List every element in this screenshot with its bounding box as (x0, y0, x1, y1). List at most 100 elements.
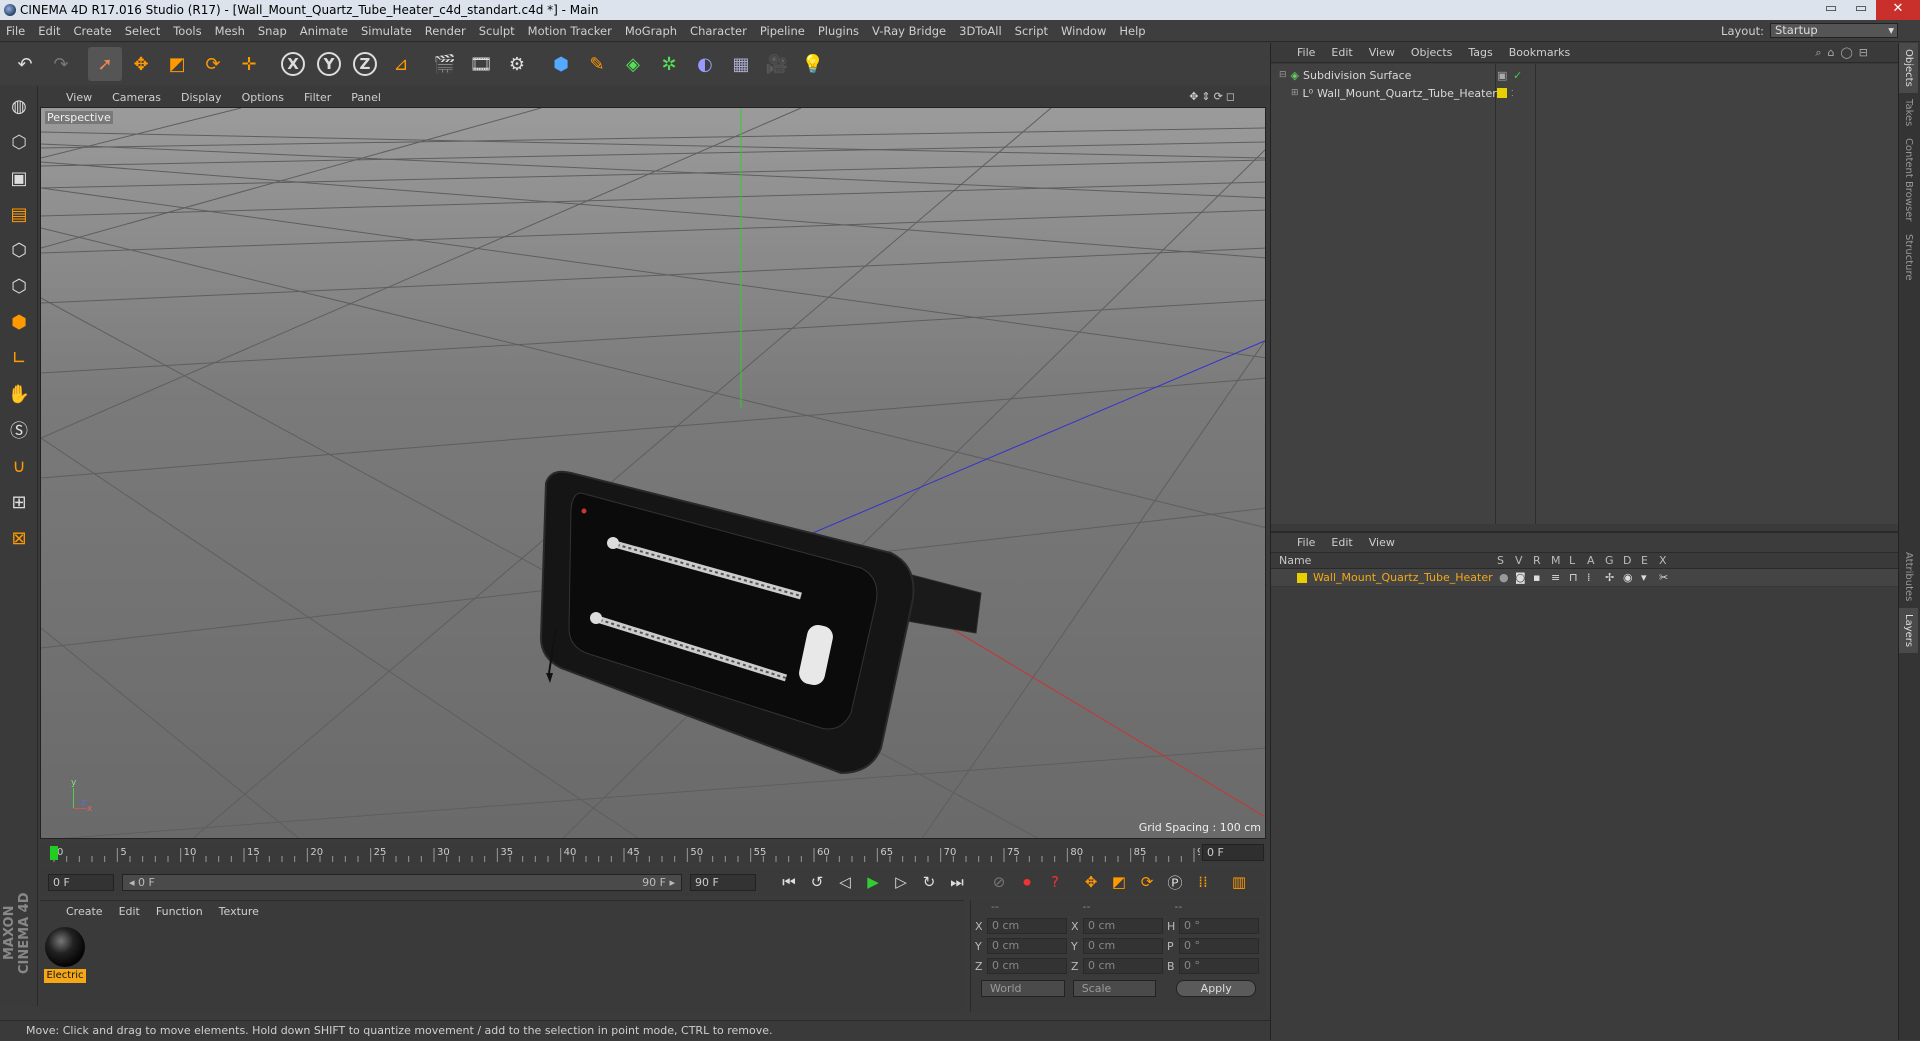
perspective-viewport[interactable]: Perspective y x z Grid Spacing : 100 cm (40, 107, 1266, 839)
redo-icon[interactable]: ↷ (44, 47, 78, 81)
floor-icon[interactable]: ▦ (724, 47, 758, 81)
objmgr-menu-file[interactable]: File (1297, 46, 1315, 59)
object-row-subdivision-surface[interactable]: ⊟ ◈ Subdivision Surface ▣ ✓ (1279, 66, 1522, 84)
menu-window[interactable]: Window (1061, 24, 1106, 38)
layer-menu-file[interactable]: File (1297, 536, 1315, 549)
object-enabled-check-icon[interactable]: ✓ (1513, 69, 1522, 82)
expand-icon[interactable]: ⊞ (1291, 88, 1299, 98)
move-icon[interactable]: ✥ (124, 47, 158, 81)
frame-range-slider[interactable]: ◂ 0 F 90 F ▸ (122, 873, 682, 891)
rot-b-field[interactable]: 0 ° (1179, 958, 1259, 974)
layer-animation-icon[interactable]: ⁞ (1587, 571, 1591, 584)
magnet-icon[interactable]: ∪ (2, 450, 36, 482)
layer-solo-icon[interactable]: ● (1499, 571, 1509, 584)
key-scale-icon[interactable]: ◩ (1106, 870, 1132, 894)
layer-col-locked[interactable]: L (1569, 554, 1575, 567)
goto-start-icon[interactable]: ⏮ (776, 870, 802, 894)
viewport-menu-display[interactable]: Display (181, 91, 222, 104)
coordinate-system-icon[interactable]: ⊿ (384, 47, 418, 81)
points-mode-icon[interactable]: ⬡ (2, 234, 36, 266)
layer-col-expressions[interactable]: E (1641, 554, 1648, 567)
layer-col-view[interactable]: V (1515, 554, 1523, 567)
record-disabled-icon[interactable]: ⊘ (986, 870, 1012, 894)
undo-icon[interactable]: ↶ (8, 47, 42, 81)
menu-snap[interactable]: Snap (258, 24, 287, 38)
pos-y-field[interactable]: 0 cm (987, 938, 1067, 954)
layer-xref-icon[interactable]: ✂ (1659, 571, 1668, 584)
layer-col-solo[interactable]: S (1497, 554, 1504, 567)
menu-sculpt[interactable]: Sculpt (479, 24, 515, 38)
viewport-nav-icons[interactable]: ✥⇕⟳◻ (1189, 90, 1238, 103)
menu-vray-bridge[interactable]: V-Ray Bridge (872, 24, 946, 38)
tweak-mode-icon[interactable]: ✋ (2, 378, 36, 410)
size-y-field[interactable]: 0 cm (1083, 938, 1163, 954)
menu-edit[interactable]: Edit (38, 24, 60, 38)
rot-p-field[interactable]: 0 ° (1179, 938, 1259, 954)
grid-snap-icon[interactable]: ⊠ (2, 522, 36, 554)
transform-icon[interactable]: ✛ (232, 47, 266, 81)
make-editable-icon[interactable]: ◍ (2, 90, 36, 122)
material-menu-function[interactable]: Function (156, 905, 203, 918)
prev-frame-icon[interactable]: ◁ (832, 870, 858, 894)
rot-h-field[interactable]: 0 ° (1179, 918, 1259, 934)
next-frame-icon[interactable]: ▷ (888, 870, 914, 894)
pos-x-field[interactable]: 0 cm (987, 918, 1067, 934)
render-settings-icon[interactable]: ⚙ (500, 47, 534, 81)
model-mode-icon[interactable]: ⬡ (2, 126, 36, 158)
material-electric[interactable]: Electric (44, 927, 86, 983)
timeline-ruler[interactable]: 051015202530354045505560657075808590 0 F (40, 842, 1266, 864)
layer-row[interactable]: Wall_Mount_Quartz_Tube_Heater ● ◙ ▪ ≡ ⊓ … (1271, 569, 1899, 587)
next-key-icon[interactable]: ↻ (916, 870, 942, 894)
layer-col-xref[interactable]: X (1659, 554, 1667, 567)
maximize-button[interactable]: ▭ (1846, 0, 1876, 20)
collapse-icon[interactable]: ⊟ (1279, 70, 1287, 80)
prev-key-icon[interactable]: ↺ (804, 870, 830, 894)
menu-mograph[interactable]: MoGraph (625, 24, 677, 38)
object-visibility-icon[interactable]: ▣ (1497, 69, 1507, 82)
layer-col-render[interactable]: R (1533, 554, 1541, 567)
viewport-menu-view[interactable]: View (66, 91, 92, 104)
heater-model[interactable] (539, 470, 982, 775)
layer-col-generators[interactable]: G (1605, 554, 1614, 567)
objmgr-menu-edit[interactable]: Edit (1331, 46, 1352, 59)
menu-animate[interactable]: Animate (300, 24, 348, 38)
texture-mode-icon[interactable]: ▣ (2, 162, 36, 194)
playhead-marker[interactable] (50, 846, 58, 860)
layer-menu-view[interactable]: View (1369, 536, 1395, 549)
size-x-field[interactable]: 0 cm (1083, 918, 1163, 934)
edges-mode-icon[interactable]: ⬡ (2, 270, 36, 302)
objmgr-menu-tags[interactable]: Tags (1468, 46, 1492, 59)
side-tab-structure[interactable]: Structure (1899, 228, 1918, 287)
viewport-menu-options[interactable]: Options (242, 91, 284, 104)
viewport-menu-panel[interactable]: Panel (351, 91, 381, 104)
close-button[interactable]: ✕ (1876, 0, 1920, 20)
layer-menu-edit[interactable]: Edit (1331, 536, 1352, 549)
layer-col-manager[interactable]: M (1551, 554, 1561, 567)
layer-manager-icon[interactable]: ≡ (1551, 571, 1560, 584)
minimize-button[interactable]: ▭ (1816, 0, 1846, 20)
material-menu-edit[interactable]: Edit (119, 905, 140, 918)
menu-script[interactable]: Script (1015, 24, 1048, 38)
menu-mesh[interactable]: Mesh (215, 24, 245, 38)
scale-icon[interactable]: ◩ (160, 47, 194, 81)
pen-spline-icon[interactable]: ✎ (580, 47, 614, 81)
objmgr-menu-view[interactable]: View (1369, 46, 1395, 59)
start-frame-field[interactable]: 0 F (48, 873, 114, 891)
menu-select[interactable]: Select (125, 24, 160, 38)
layer-lock-icon[interactable]: ⊓ (1569, 571, 1578, 584)
layer-expression-icon[interactable]: ▾ (1641, 571, 1647, 584)
x-axis-lock-icon[interactable]: X (276, 47, 310, 81)
size-z-field[interactable]: 0 cm (1083, 958, 1163, 974)
polygons-mode-icon[interactable]: ⬢ (2, 306, 36, 338)
layer-col-animation[interactable]: A (1587, 554, 1595, 567)
menu-pipeline[interactable]: Pipeline (760, 24, 805, 38)
autokey-icon[interactable]: ? (1042, 870, 1068, 894)
layer-color-swatch[interactable] (1297, 572, 1307, 583)
menu-3dtoall[interactable]: 3DToAll (959, 24, 1002, 38)
coord-mode-dropdown[interactable]: Scale (1072, 980, 1157, 997)
menu-motion-tracker[interactable]: Motion Tracker (528, 24, 612, 38)
rotate-icon[interactable]: ⟳ (196, 47, 230, 81)
menu-create[interactable]: Create (74, 24, 112, 38)
layer-view-icon[interactable]: ◙ (1515, 571, 1526, 584)
z-axis-lock-icon[interactable]: Z (348, 47, 382, 81)
